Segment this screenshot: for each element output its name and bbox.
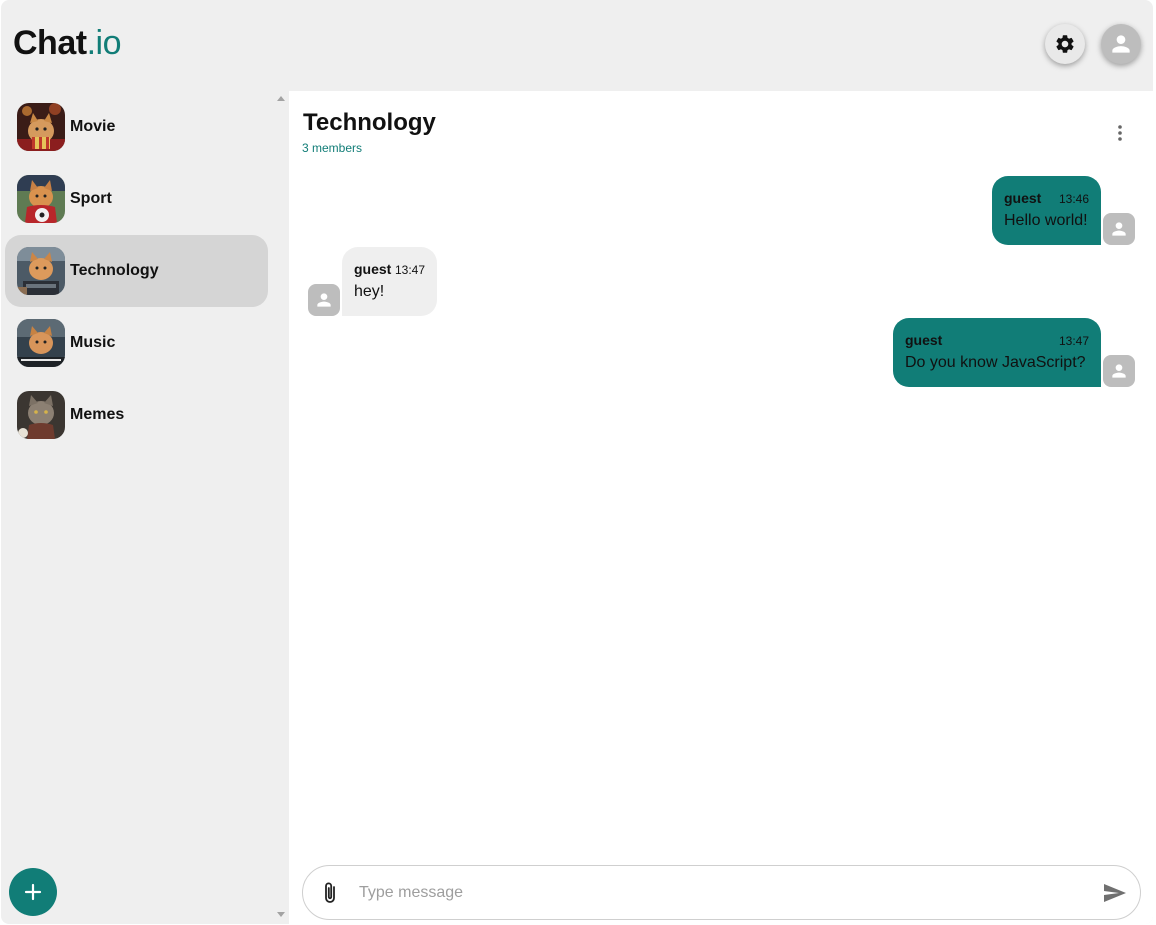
room-label: Technology [70, 262, 159, 279]
room-avatar-sport [17, 175, 65, 223]
room-item-movie[interactable]: Movie [5, 91, 268, 163]
room-avatar-music [17, 319, 65, 367]
room-title: Technology [303, 109, 436, 136]
person-icon [317, 293, 331, 307]
send-icon [1104, 884, 1126, 902]
room-item-music[interactable]: Music [5, 307, 268, 379]
message-text: Hello world! [1004, 212, 1088, 229]
message-text: Do you know JavaScript? [905, 354, 1086, 371]
room-label: Sport [70, 190, 112, 207]
room-label: Music [70, 334, 116, 351]
room-item-technology[interactable]: Technology [5, 235, 268, 307]
chat-panel: Technology 3 members guest 13:46 Hello wo… [289, 91, 1153, 924]
person-icon [1112, 364, 1126, 378]
message-author: guest [1004, 190, 1042, 206]
message-time: 13:47 [394, 263, 425, 277]
sidebar-scrollbar[interactable] [273, 91, 289, 924]
message-input[interactable] [359, 878, 1079, 908]
message-avatar [1103, 355, 1135, 387]
message-author: guest [354, 261, 392, 277]
sidebar: Movie Sport Technology Music Memes [1, 91, 289, 924]
scroll-down-arrow-icon[interactable] [277, 912, 285, 917]
more-vertical-icon [1118, 125, 1122, 141]
logo-main: Chat [13, 24, 87, 62]
message-author: guest [905, 332, 943, 348]
attach-button[interactable] [319, 880, 341, 906]
message-bubble: guest 13:46 Hello world! [992, 176, 1101, 245]
room-item-memes[interactable]: Memes [5, 379, 268, 451]
message-composer [302, 865, 1141, 920]
gear-icon [1056, 35, 1074, 53]
message-avatar [1103, 213, 1135, 245]
chat-app: Chat.io Movie Sport Technology Music Mem… [1, 0, 1153, 924]
person-icon [1112, 35, 1130, 53]
member-count: 3 members [302, 141, 363, 155]
room-avatar-technology [17, 247, 65, 295]
room-item-sport[interactable]: Sport [5, 163, 268, 235]
scroll-up-arrow-icon[interactable] [277, 96, 285, 101]
message-bubble: guest 13:47 Do you know JavaScript? [893, 318, 1101, 387]
message-text: hey! [354, 283, 385, 300]
logo-accent: .io [86, 24, 122, 62]
room-avatar-memes [17, 391, 65, 439]
message-bubble: guest 13:47 hey! [342, 247, 437, 316]
message-time: 13:46 [1058, 192, 1089, 206]
profile-button[interactable] [1101, 24, 1141, 64]
message-avatar [308, 284, 340, 316]
send-button[interactable] [1102, 881, 1128, 905]
room-label: Memes [70, 406, 125, 423]
more-options-button[interactable] [1109, 121, 1131, 145]
header: Chat.io [1, 0, 1153, 91]
plus-icon [24, 883, 42, 901]
add-room-button[interactable] [9, 868, 57, 916]
settings-button[interactable] [1045, 24, 1085, 64]
message-time: 13:47 [1058, 334, 1089, 348]
paperclip-icon [325, 882, 335, 903]
person-icon [1112, 222, 1126, 236]
app-logo: Chat.io [13, 24, 121, 63]
room-avatar-movie [17, 103, 65, 151]
room-label: Movie [70, 118, 116, 135]
